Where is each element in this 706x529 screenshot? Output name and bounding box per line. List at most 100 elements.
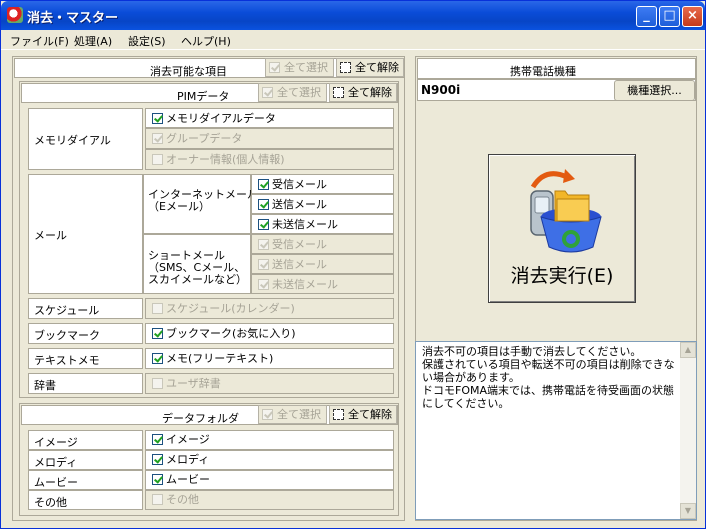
short-mail-label: ショートメール （SMS、Cメール、 スカイメールなど） bbox=[148, 249, 247, 286]
bookmark-checkbox[interactable]: ブックマーク(お気に入り) bbox=[152, 325, 296, 344]
group-data-cell: グループデータ bbox=[145, 128, 394, 149]
memory-dial-label: メモリダイアル bbox=[34, 134, 111, 147]
textmemo-checkbox[interactable]: メモ(フリーテキスト) bbox=[152, 350, 273, 369]
data-folder-header-label: データフォルダ bbox=[162, 412, 239, 425]
pim-clear-all-label: 全て解除 bbox=[348, 86, 392, 99]
dictionary-item-label: ユーザ辞書 bbox=[166, 377, 221, 390]
memory-dial-item-cell: メモリダイアルデータ bbox=[145, 108, 394, 128]
clear-all-checkbox bbox=[333, 87, 344, 98]
memory-dial-data-checkbox[interactable]: メモリダイアルデータ bbox=[152, 110, 276, 129]
erase-phone-icon bbox=[530, 169, 602, 253]
info-text: 消去不可の項目は手動で消去してください。 保護されている項目や転送不可の項目は削… bbox=[422, 345, 675, 410]
internet-mail-cell: インターネットメール （Eメール） bbox=[143, 174, 258, 234]
schedule-item-label: スケジュール(カレンダー) bbox=[166, 302, 295, 315]
info-textbox[interactable]: 消去不可の項目は手動で消去してください。 保護されている項目や転送不可の項目は削… bbox=[415, 341, 697, 520]
pim-select-all-button[interactable]: 全て選択 bbox=[258, 83, 327, 102]
movie-checkbox[interactable]: ムービー bbox=[152, 471, 210, 490]
pim-header-label: PIMデータ bbox=[177, 90, 230, 103]
short-unsent-cell: 未送信メール bbox=[251, 274, 394, 294]
close-button[interactable]: × bbox=[682, 6, 703, 27]
short-received-cell: 受信メール bbox=[251, 234, 394, 254]
memory-dial-data-label: メモリダイアルデータ bbox=[166, 112, 276, 125]
menu-settings[interactable]: 設定(S) bbox=[128, 33, 166, 49]
select-all-checkbox bbox=[262, 409, 273, 420]
scroll-up-icon[interactable]: ▲ bbox=[680, 342, 696, 358]
short-unsent-label: 未送信メール bbox=[272, 278, 338, 291]
dictionary-label-cell: 辞書 bbox=[28, 373, 143, 394]
short-mail-cell: ショートメール （SMS、Cメール、 スカイメールなど） bbox=[143, 234, 251, 294]
pim-clear-all-button[interactable]: 全て解除 bbox=[329, 83, 397, 102]
short-sent-checkbox[interactable]: 送信メール bbox=[258, 256, 327, 275]
checkbox bbox=[152, 453, 163, 465]
internet-mail-label: インターネットメール （Eメール） bbox=[148, 188, 258, 213]
checkbox bbox=[152, 153, 163, 165]
erasable-select-all-button[interactable]: 全て選択 bbox=[265, 58, 334, 77]
internet-unsent-label: 未送信メール bbox=[272, 218, 338, 231]
folder-row-label-cell: メロディ bbox=[28, 450, 143, 470]
app-icon bbox=[7, 7, 23, 23]
internet-unsent-checkbox[interactable]: 未送信メール bbox=[258, 216, 338, 235]
folder-clear-all-button[interactable]: 全て解除 bbox=[329, 405, 397, 424]
mail-label-cell: メール bbox=[28, 174, 143, 294]
short-received-checkbox[interactable]: 受信メール bbox=[258, 236, 327, 255]
group-data-label: グループデータ bbox=[166, 132, 243, 145]
vertical-scrollbar[interactable]: ▲ ▼ bbox=[680, 342, 696, 519]
melody-item-label: メロディ bbox=[166, 453, 210, 466]
checkbox bbox=[152, 493, 163, 505]
melody-checkbox[interactable]: メロディ bbox=[152, 451, 209, 470]
internet-sent-label: 送信メール bbox=[272, 198, 327, 211]
checkbox bbox=[258, 258, 269, 270]
internet-received-checkbox[interactable]: 受信メール bbox=[258, 176, 327, 195]
group-data-checkbox[interactable]: グループデータ bbox=[152, 130, 242, 149]
maximize-button[interactable]: □ bbox=[659, 6, 680, 27]
folder-row-label-cell: イメージ bbox=[28, 430, 143, 450]
select-all-checkbox bbox=[269, 62, 280, 73]
short-sent-label: 送信メール bbox=[272, 258, 327, 271]
menu-file[interactable]: ファイル(F) bbox=[10, 33, 69, 49]
title-bar[interactable]: 消去・マスター _ □ × bbox=[1, 1, 705, 30]
minimize-button[interactable]: _ bbox=[636, 6, 657, 27]
movie-label: ムービー bbox=[34, 476, 78, 489]
schedule-checkbox[interactable]: スケジュール(カレンダー) bbox=[152, 300, 295, 319]
checkbox bbox=[152, 132, 163, 144]
internet-sent-checkbox[interactable]: 送信メール bbox=[258, 196, 327, 215]
menu-help[interactable]: ヘルプ(H) bbox=[181, 33, 231, 49]
execute-button-label: 消去実行(E) bbox=[510, 265, 614, 287]
bookmark-item-cell: ブックマーク(お気に入り) bbox=[145, 323, 394, 344]
short-received-label: 受信メール bbox=[272, 238, 327, 251]
short-unsent-checkbox[interactable]: 未送信メール bbox=[258, 276, 338, 295]
short-sent-cell: 送信メール bbox=[251, 254, 394, 274]
image-label: イメージ bbox=[34, 436, 78, 449]
schedule-label-cell: スケジュール bbox=[28, 298, 143, 319]
clear-all-checkbox bbox=[333, 409, 344, 420]
internet-unsent-cell: 未送信メール bbox=[251, 214, 394, 234]
bookmark-item-label: ブックマーク(お気に入り) bbox=[166, 327, 296, 340]
phone-model-header-label: 携帯電話機種 bbox=[510, 65, 576, 78]
folder-row-item-cell: イメージ bbox=[145, 430, 394, 450]
folder-row-label-cell: その他 bbox=[28, 490, 143, 510]
erasable-header-label: 消去可能な項目 bbox=[150, 65, 227, 78]
menu-process[interactable]: 処理(A) bbox=[74, 33, 112, 49]
checkbox bbox=[152, 302, 163, 314]
dictionary-checkbox[interactable]: ユーザ辞書 bbox=[152, 375, 221, 394]
menu-bar: ファイル(F) 処理(A) 設定(S) ヘルプ(H) bbox=[1, 30, 705, 50]
model-select-button[interactable]: 機種選択... bbox=[614, 80, 695, 101]
internet-sent-cell: 送信メール bbox=[251, 194, 394, 214]
folder-select-all-button[interactable]: 全て選択 bbox=[258, 405, 327, 424]
erasable-clear-all-label: 全て解除 bbox=[355, 61, 399, 74]
folder-row-item-cell: ムービー bbox=[145, 470, 394, 490]
erasable-clear-all-button[interactable]: 全て解除 bbox=[336, 58, 404, 77]
owner-info-label: オーナー情報(個人情報) bbox=[166, 153, 285, 166]
dictionary-label: 辞書 bbox=[34, 379, 56, 392]
checkbox bbox=[152, 433, 163, 445]
textmemo-item-cell: メモ(フリーテキスト) bbox=[145, 348, 394, 369]
scroll-down-icon[interactable]: ▼ bbox=[680, 503, 696, 519]
pim-select-all-label: 全て選択 bbox=[277, 86, 321, 99]
checkbox bbox=[152, 112, 163, 124]
other-checkbox[interactable]: その他 bbox=[152, 491, 199, 510]
main-window: 消去・マスター _ □ × ファイル(F) 処理(A) 設定(S) ヘルプ(H)… bbox=[0, 0, 706, 529]
image-checkbox[interactable]: イメージ bbox=[152, 431, 210, 450]
owner-info-checkbox[interactable]: オーナー情報(個人情報) bbox=[152, 151, 285, 170]
folder-row-item-cell: その他 bbox=[145, 490, 394, 510]
execute-erase-button[interactable]: 消去実行(E) bbox=[488, 154, 636, 303]
